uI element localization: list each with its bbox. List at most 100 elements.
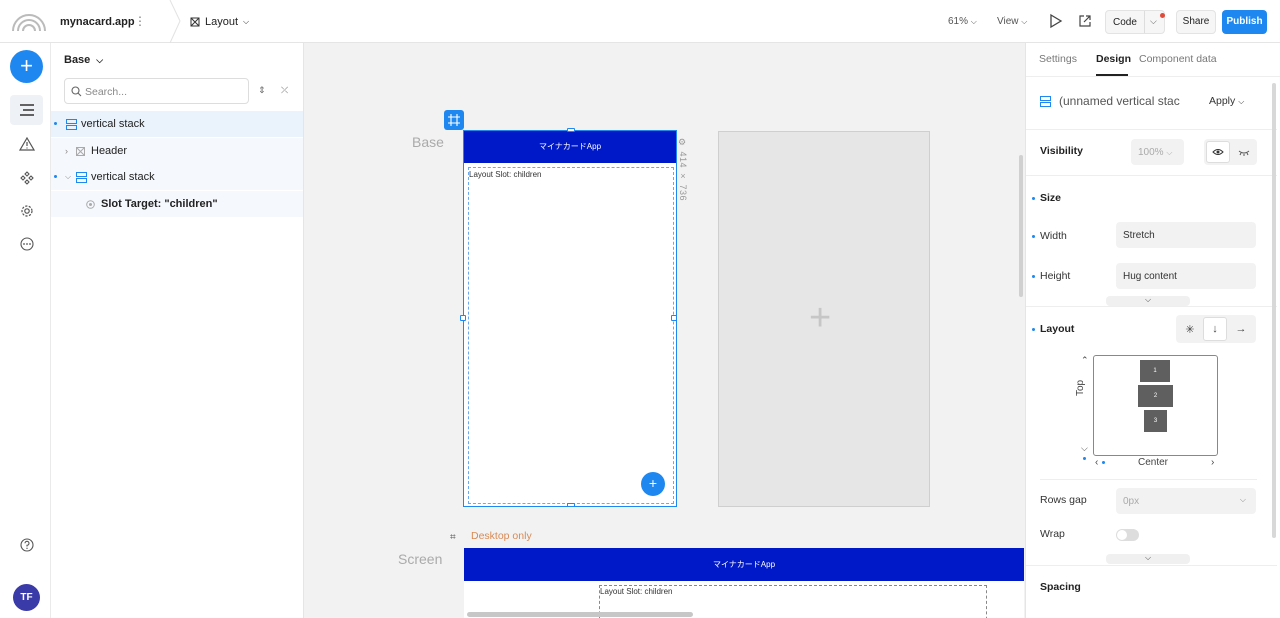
arrow-right-icon[interactable]: → xyxy=(1229,317,1253,341)
tab-component-data[interactable]: Component data xyxy=(1139,53,1217,65)
app-name[interactable]: mynacard.app xyxy=(60,16,135,28)
bullet-dot xyxy=(1032,197,1035,200)
help-icon[interactable] xyxy=(10,530,43,560)
bullet-dot xyxy=(1032,328,1035,331)
spacing-label: Spacing xyxy=(1040,581,1081,593)
layout-selector[interactable]: Layout ⌵ xyxy=(190,16,249,28)
add-element-button[interactable]: + xyxy=(641,472,665,496)
view-menu[interactable]: View ⌵ xyxy=(997,16,1027,27)
chevron-down-icon: ⌵ xyxy=(1238,97,1245,106)
show-more-layout[interactable]: ⌵ xyxy=(1106,554,1190,564)
mobile-frame[interactable]: マイナカードApp Layout Slot: children + xyxy=(460,128,677,507)
width-select[interactable]: Stretch xyxy=(1116,222,1256,248)
gear-icon[interactable]: ⚙ xyxy=(678,138,688,149)
tree-node-slot-target[interactable]: Slot Target: "children" xyxy=(51,191,303,217)
vertical-stack-icon xyxy=(66,119,77,130)
rows-gap-label: Rows gap xyxy=(1040,494,1087,506)
panel-scrollbar[interactable] xyxy=(1272,83,1276,538)
external-link-icon[interactable] xyxy=(1078,14,1092,28)
show-more-size[interactable]: ⌵ xyxy=(1106,296,1190,306)
chevron-up-icon[interactable]: ⌃ xyxy=(1081,355,1089,366)
zoom-selector[interactable]: 61% ⌵ xyxy=(948,16,977,27)
tab-design[interactable]: Design xyxy=(1096,53,1131,65)
horizontal-align-label[interactable]: Center xyxy=(1138,457,1168,468)
apply-menu[interactable]: Apply ⌵ xyxy=(1209,95,1244,107)
chevron-down-icon[interactable]: ⌵ xyxy=(1150,16,1157,27)
code-button[interactable]: Code ⌵ xyxy=(1105,10,1165,34)
add-variant-frame[interactable]: + xyxy=(718,131,930,507)
search-input[interactable]: Search... xyxy=(64,78,249,104)
chevron-left-icon[interactable]: ‹ xyxy=(1095,457,1098,468)
resize-handle-top[interactable] xyxy=(567,128,575,132)
bullet-dot xyxy=(54,122,57,125)
bullet-dot xyxy=(1032,235,1035,238)
chevron-right-icon[interactable]: › xyxy=(65,146,68,156)
tab-settings[interactable]: Settings xyxy=(1039,53,1077,65)
collapse-all-icon[interactable]: ⤫ xyxy=(281,85,288,96)
component-name[interactable]: (unnamed vertical stac xyxy=(1040,94,1180,108)
layers-icon[interactable] xyxy=(10,95,43,125)
tree-node-vertical-stack[interactable]: vertical stack xyxy=(51,111,303,137)
freeform-icon[interactable]: ✳ xyxy=(1178,317,1202,341)
chevron-down-icon[interactable]: ⌵ xyxy=(1081,443,1088,454)
width-label: Width xyxy=(1040,230,1067,242)
opacity-select[interactable]: 100% ⌵ xyxy=(1131,139,1184,165)
visibility-toggle xyxy=(1204,139,1257,165)
divider xyxy=(1026,306,1277,307)
chevron-right-icon[interactable]: › xyxy=(1211,457,1214,468)
resize-handle-bottom[interactable] xyxy=(567,503,575,507)
search-placeholder: Search... xyxy=(85,86,128,98)
share-button[interactable]: Share xyxy=(1176,10,1216,34)
plus-icon: + xyxy=(648,475,658,491)
divider xyxy=(1026,129,1277,130)
eye-icon[interactable] xyxy=(1206,141,1230,163)
components-icon[interactable] xyxy=(10,163,43,193)
alignment-grid[interactable]: 1 2 3 xyxy=(1093,355,1218,456)
opacity-value: 100% xyxy=(1138,147,1164,158)
expand-all-icon[interactable]: ⇕ xyxy=(258,85,266,96)
desktop-only-label[interactable]: Desktop only xyxy=(471,530,532,542)
vertical-stack-icon xyxy=(1040,95,1051,107)
gear-icon[interactable] xyxy=(10,196,43,226)
more-icon[interactable] xyxy=(10,229,43,259)
add-button[interactable]: + xyxy=(10,50,43,83)
play-icon[interactable] xyxy=(1048,13,1064,29)
height-select[interactable]: Hug content xyxy=(1116,263,1256,289)
eye-closed-icon[interactable] xyxy=(1232,141,1256,163)
align-item-1: 1 xyxy=(1140,360,1170,382)
bullet-dot xyxy=(54,175,57,178)
vertical-scrollbar[interactable] xyxy=(1019,155,1023,297)
warning-icon[interactable] xyxy=(10,129,43,159)
plus-icon: + xyxy=(20,53,33,78)
rows-gap-select[interactable]: 0px ⌵ xyxy=(1116,488,1256,514)
resize-handle-left[interactable] xyxy=(460,315,466,321)
chevron-down-icon[interactable]: ⌵ xyxy=(65,172,71,182)
layout-icon xyxy=(190,17,200,27)
design-canvas[interactable]: Base Screen マイナカードApp Layout Slot: child… xyxy=(304,43,1025,618)
tree-title[interactable]: Base ⌵ xyxy=(64,54,103,66)
divider xyxy=(1040,479,1257,480)
arrow-down-icon[interactable]: ↓ xyxy=(1203,317,1227,341)
layout-label: Layout xyxy=(1040,323,1075,335)
frame-dimensions: ⚙ 414 × 736 xyxy=(678,138,688,201)
chevron-down-icon: ⌵ xyxy=(1144,553,1152,562)
logo-icon[interactable] xyxy=(11,11,47,33)
avatar[interactable]: TF xyxy=(13,584,40,611)
app-header[interactable]: マイナカードApp xyxy=(464,548,1024,581)
tree-node-header[interactable]: › Header xyxy=(51,138,303,164)
layout-slot[interactable]: Layout Slot: children xyxy=(468,167,674,504)
resize-handle-right[interactable] xyxy=(671,315,677,321)
desktop-frame[interactable]: マイナカードApp Layout Slot: children xyxy=(464,548,1024,618)
view-label: View xyxy=(997,16,1019,27)
tree-node-vertical-stack-child[interactable]: ⌵ vertical stack xyxy=(51,164,303,190)
divider xyxy=(1144,11,1145,33)
wrap-toggle[interactable] xyxy=(1116,529,1139,541)
app-menu-icon[interactable]: ⋮ xyxy=(134,14,146,28)
vertical-align-label[interactable]: Top xyxy=(1075,366,1086,396)
publish-button[interactable]: Publish xyxy=(1222,10,1267,34)
chevron-down-icon: ⌵ xyxy=(243,17,250,26)
app-header[interactable]: マイナカードApp xyxy=(464,131,676,163)
breakpoint-label-base: Base xyxy=(412,134,444,150)
frame-badge[interactable] xyxy=(444,110,464,130)
horizontal-scrollbar[interactable] xyxy=(467,612,693,617)
